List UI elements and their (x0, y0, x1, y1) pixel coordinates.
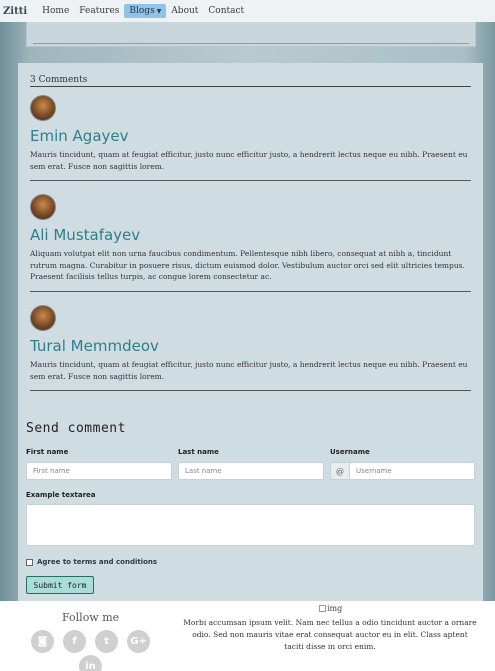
username-input[interactable]: Username (349, 462, 475, 480)
instagram-icon[interactable]: ◙ (31, 630, 54, 653)
nav-about[interactable]: About (166, 4, 203, 18)
terms-checkbox[interactable] (26, 558, 33, 566)
comment-item: Tural Memmdeov Mauris tincidunt, quam at… (30, 305, 471, 391)
username-label: Username (330, 448, 370, 456)
divider (30, 180, 471, 181)
send-comment-title: Send comment (26, 421, 126, 436)
comment-author: Emin Agayev (30, 127, 129, 145)
broken-image-icon (319, 605, 326, 612)
chevron-down-icon: ▼ (156, 8, 162, 15)
image-alt-text: img (327, 604, 343, 613)
divider (33, 43, 469, 44)
divider (30, 290, 471, 292)
comment-item: Emin Agayev Mauris tincidunt, quam at fe… (30, 95, 471, 181)
terms-row: Agree to terms and conditions (26, 558, 157, 566)
comment-author: Ali Mustafayev (30, 226, 141, 244)
avatar (30, 194, 56, 220)
comment-author: Tural Memmdeov (30, 337, 159, 355)
avatar (30, 305, 56, 331)
comment-textarea[interactable] (26, 504, 475, 546)
textarea-label: Example textarea (26, 491, 96, 499)
comments-section: 3 Comments Emin Agayev Mauris tincidunt,… (18, 63, 483, 608)
footer-image: img (319, 604, 342, 613)
divider (30, 390, 471, 391)
footer: Follow me ◙ f t G+ in img Morbi accumsan… (0, 601, 495, 671)
avatar (30, 95, 56, 121)
comment-item: Ali Mustafayev Aliquam volutpat elit non… (30, 194, 471, 292)
comment-text: Aliquam volutpat elit non urna faucibus … (30, 249, 465, 281)
nav-blogs-label: Blogs (129, 6, 155, 16)
nav-blogs-dropdown[interactable]: Blogs ▼ (124, 4, 167, 18)
last-name-label: Last name (178, 448, 219, 456)
last-name-input[interactable]: Last name (178, 462, 324, 480)
at-prefix: @ (330, 462, 350, 480)
comment-text: Mauris tincidunt, quam at feugiat effici… (30, 360, 468, 381)
follow-label: Follow me (62, 611, 120, 624)
footer-text: Morbi accumsan ipsum velit. Nam nec tell… (183, 618, 477, 651)
twitter-icon[interactable]: t (95, 630, 118, 653)
facebook-icon[interactable]: f (63, 630, 86, 653)
terms-label: Agree to terms and conditions (37, 558, 158, 566)
linkedin-icon[interactable]: in (79, 655, 102, 671)
comment-text: Mauris tincidunt, quam at feugiat effici… (30, 150, 468, 171)
nav-features[interactable]: Features (74, 4, 124, 18)
first-name-input[interactable]: First name (26, 462, 172, 480)
brand-logo[interactable]: Zitti (3, 6, 27, 17)
submit-button[interactable]: Submit form (26, 576, 94, 594)
navbar: Zitti Home Features Blogs ▼ About Contact (0, 0, 495, 22)
comments-count: 3 Comments (30, 75, 471, 87)
nav-home[interactable]: Home (37, 4, 74, 18)
nav-contact[interactable]: Contact (203, 4, 249, 18)
google-plus-icon[interactable]: G+ (127, 630, 150, 653)
first-name-label: First name (26, 448, 69, 456)
